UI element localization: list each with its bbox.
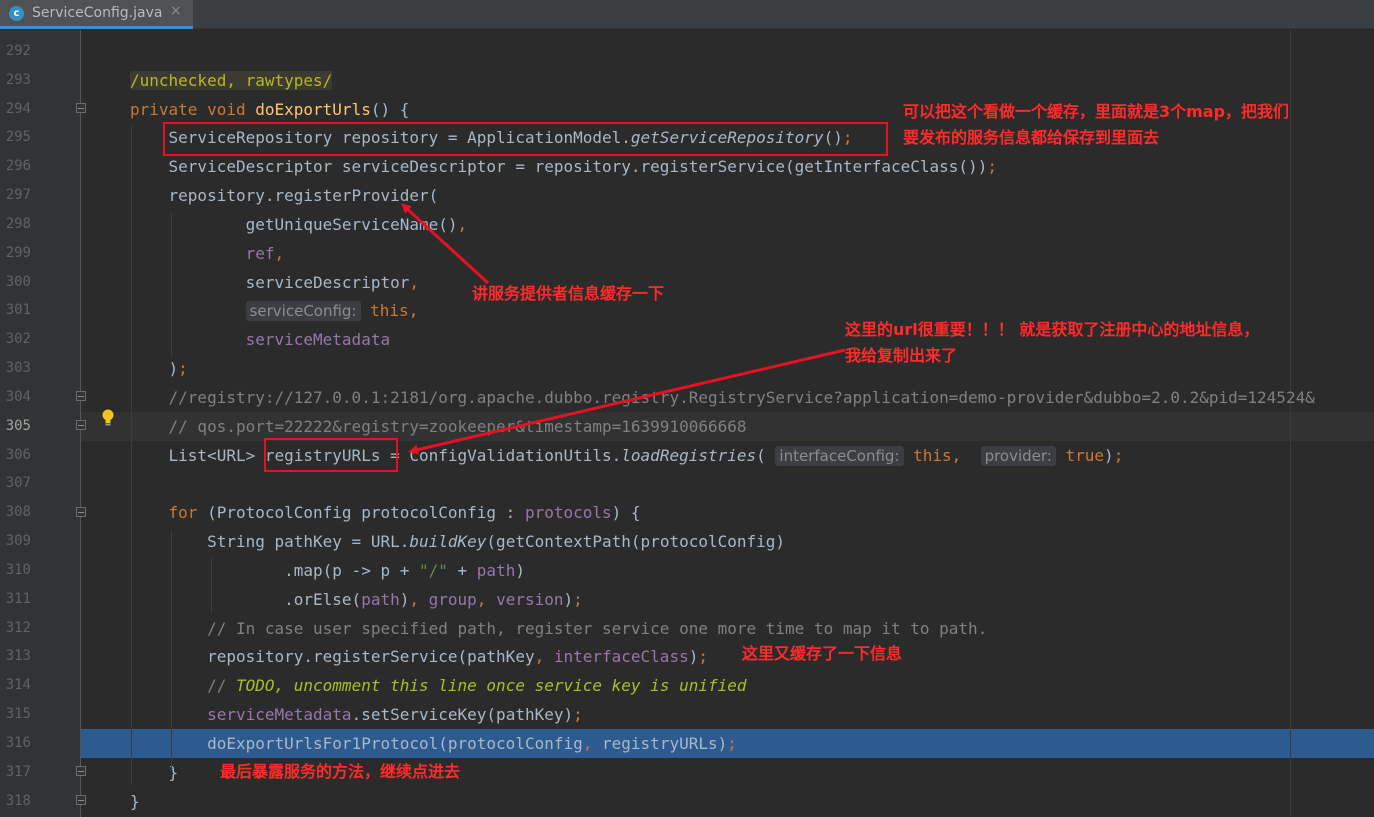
arrow-to-registry-urls bbox=[408, 348, 846, 455]
note-registry-url: 这里的url很重要！！！ 就是获取了注册中心的地址信息， 我给复制出来了 bbox=[845, 320, 1260, 365]
note-provider-cache: 讲服务提供者信息缓存一下 bbox=[472, 284, 665, 303]
note-repository-cache: 可以把这个看做一个缓存，里面就是3个map，把我们 要发布的服务信息都给保存到里… bbox=[903, 102, 1290, 147]
arrow-to-register-provider bbox=[401, 203, 490, 285]
note-export-method: 最后暴露服务的方法，继续点进去 bbox=[220, 762, 461, 781]
note-cache-again: 这里又缓存了一下信息 bbox=[742, 644, 903, 663]
